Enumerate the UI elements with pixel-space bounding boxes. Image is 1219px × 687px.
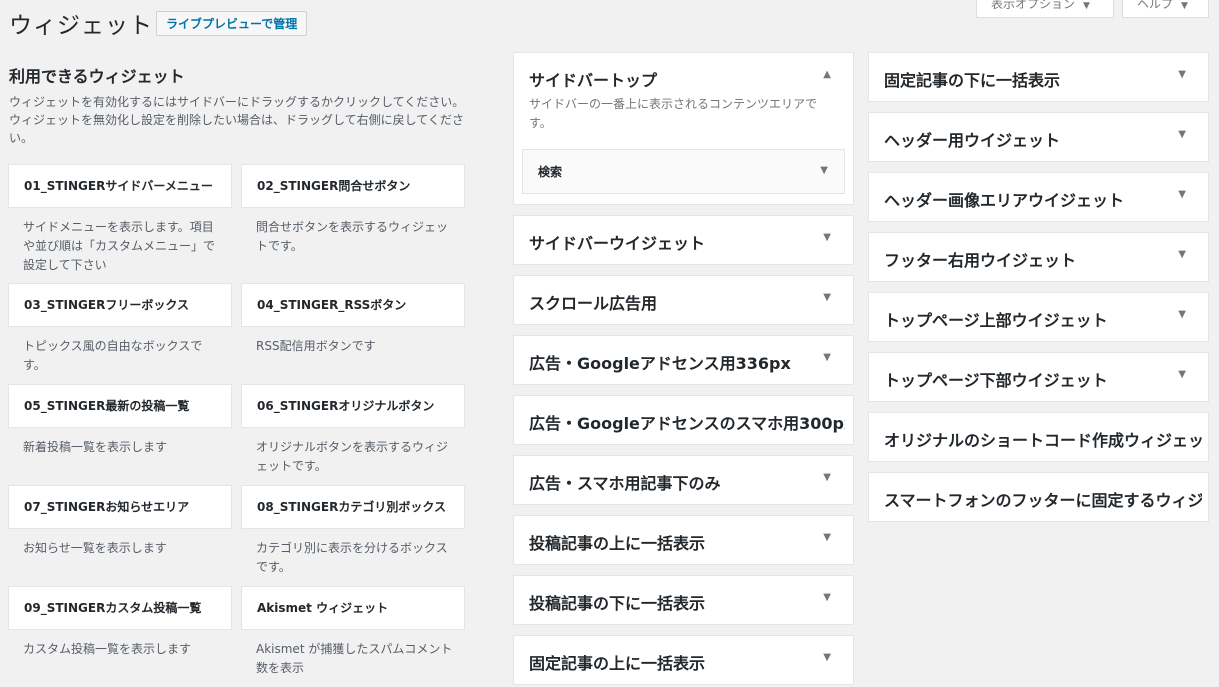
chevron-down-icon[interactable]: ▼: [823, 292, 831, 303]
available-widgets-heading: 利用できるウィジェット: [9, 67, 185, 86]
chevron-down-icon[interactable]: ▼: [823, 532, 831, 543]
chevron-down-icon[interactable]: ▼: [823, 652, 831, 663]
sidebar-description: サイドバーの一番上に表示されるコンテンツエリアです。: [529, 97, 818, 130]
chevron-down-icon[interactable]: ▼: [823, 352, 831, 363]
sidebar-title: スクロール広告用: [529, 294, 658, 313]
sidebar-area-mobile-below-article[interactable]: 広告・スマホ用記事下のみ ▼: [513, 455, 854, 505]
live-preview-button[interactable]: ライブプレビューで管理: [156, 11, 308, 36]
sidebar-area-header-widget[interactable]: ヘッダー用ウイジェット ▼: [868, 112, 1209, 162]
widget-description: カテゴリ別に表示を分けるボックスです。: [256, 541, 448, 574]
sidebar-area-sidebar-top[interactable]: サイドバートップ ▲ サイドバーの一番上に表示されるコンテンツエリアです。 検索…: [513, 52, 854, 205]
chevron-down-icon[interactable]: ▼: [823, 232, 831, 243]
sidebar-area-sidebar-widget[interactable]: サイドバーウイジェット ▼: [513, 215, 854, 265]
chevron-down-icon[interactable]: ▼: [1178, 309, 1186, 320]
widget-stinger-recent-posts[interactable]: 05_STINGER最新の投稿一覧: [8, 384, 232, 428]
sidebar-area-adsense-mobile-300[interactable]: 広告・Googleアドセンスのスマホ用300px: [513, 395, 854, 445]
sidebar-area-original-shortcode[interactable]: オリジナルのショートコード作成ウィジェット: [868, 412, 1209, 462]
help-label: ヘルプ: [1137, 0, 1174, 11]
widget-description: Akismet が捕獲したスパムコメント数を表示: [256, 642, 453, 675]
widget-stinger-custom-posts[interactable]: 09_STINGERカスタム投稿一覧: [8, 586, 232, 630]
widget-stinger-free-box[interactable]: 03_STINGERフリーボックス: [8, 283, 232, 327]
chevron-down-icon[interactable]: ▼: [820, 165, 828, 176]
sidebar-title: 広告・スマホ用記事下のみ: [529, 474, 721, 493]
chevron-down-icon[interactable]: ▼: [1178, 189, 1186, 200]
chevron-down-icon[interactable]: ▼: [1178, 369, 1186, 380]
chevron-down-icon[interactable]: ▼: [823, 472, 831, 483]
widget-description: お知らせ一覧を表示します: [23, 541, 167, 555]
chevron-down-icon[interactable]: ▼: [823, 592, 831, 603]
sidebar-area-header-image[interactable]: ヘッダー画像エリアウイジェット ▼: [868, 172, 1209, 222]
sidebar-area-smartphone-footer[interactable]: スマートフォンのフッターに固定するウィジェット: [868, 472, 1209, 522]
widget-stinger-original-button[interactable]: 06_STINGERオリジナルボタン: [241, 384, 465, 428]
screen-options-label: 表示オプション: [991, 0, 1076, 11]
chevron-down-icon: ▼: [1181, 1, 1188, 11]
widget-akismet[interactable]: Akismet ウィジェット: [241, 586, 465, 630]
chevron-up-icon[interactable]: ▲: [823, 69, 831, 80]
widget-description: カスタム投稿一覧を表示します: [23, 642, 192, 656]
sidebar-title: ヘッダー用ウイジェット: [884, 131, 1061, 150]
sidebar-area-footer-right[interactable]: フッター右用ウイジェット ▼: [868, 232, 1209, 282]
widget-description: 新着投稿一覧を表示します: [23, 440, 168, 454]
sidebar-title: サイドバーウイジェット: [529, 234, 706, 253]
sidebar-title: フッター右用ウイジェット: [884, 251, 1077, 270]
widget-description: サイドメニューを表示します。項目や並び順は「カスタムメニュー」で設定して下さい: [23, 220, 216, 272]
widget-stinger-contact-button[interactable]: 02_STINGER問合せボタン: [241, 164, 465, 208]
widget-stinger-news-area[interactable]: 07_STINGERお知らせエリア: [8, 485, 232, 529]
widget-description: オリジナルボタンを表示するウィジェットです。: [256, 440, 449, 473]
sidebar-title: サイドバートップ: [529, 71, 658, 90]
sidebar-area-adsense-336[interactable]: 広告・Googleアドセンス用336px ▼: [513, 335, 854, 385]
help-tab[interactable]: ヘルプ ▼: [1122, 0, 1209, 18]
sidebar-title: トップページ下部ウイジェット: [884, 371, 1108, 390]
chevron-down-icon[interactable]: ▼: [1178, 249, 1186, 260]
page-title: ウィジェット: [9, 13, 153, 39]
sidebar-title: スマートフォンのフッターに固定するウィジェット: [884, 491, 1202, 510]
widget-stinger-sidebar-menu[interactable]: 01_STINGERサイドバーメニュー: [8, 164, 232, 208]
sidebar-title: オリジナルのショートコード作成ウィジェット: [884, 431, 1202, 450]
sidebar-title: 広告・Googleアドセンスのスマホ用300px: [529, 414, 845, 433]
widget-description: トピックス風の自由なボックスです。: [23, 339, 203, 372]
chevron-down-icon: ▼: [1083, 1, 1090, 11]
chevron-down-icon[interactable]: ▼: [1178, 129, 1186, 140]
available-widgets-description: ウィジェットを有効化するにはサイドバーにドラッグするかクリックしてください。ウィ…: [9, 95, 465, 145]
sidebar-area-top-page-upper[interactable]: トップページ上部ウイジェット ▼: [868, 292, 1209, 342]
sidebar-title: 固定記事の上に一括表示: [529, 654, 706, 673]
sidebar-area-below-post[interactable]: 投稿記事の下に一括表示 ▼: [513, 575, 854, 625]
sidebar-title: 広告・Googleアドセンス用336px: [529, 354, 791, 373]
placed-widget-search[interactable]: 検索 ▼: [522, 149, 845, 194]
widget-stinger-category-box[interactable]: 08_STINGERカテゴリ別ボックス: [241, 485, 465, 529]
sidebar-area-below-page[interactable]: 固定記事の下に一括表示 ▼: [868, 52, 1209, 102]
sidebar-title: 投稿記事の下に一括表示: [529, 594, 706, 613]
widget-description: RSS配信用ボタンです: [256, 339, 376, 353]
screen-options-tab[interactable]: 表示オプション ▼: [976, 0, 1114, 18]
sidebar-title: ヘッダー画像エリアウイジェット: [884, 191, 1125, 210]
chevron-down-icon[interactable]: ▼: [1178, 69, 1186, 80]
sidebar-title: トップページ上部ウイジェット: [884, 311, 1108, 330]
sidebar-area-above-page[interactable]: 固定記事の上に一括表示 ▼: [513, 635, 854, 685]
sidebar-title: 投稿記事の上に一括表示: [529, 534, 706, 553]
sidebar-area-top-page-lower[interactable]: トップページ下部ウイジェット ▼: [868, 352, 1209, 402]
sidebar-area-scroll-ad[interactable]: スクロール広告用 ▼: [513, 275, 854, 325]
placed-widget-label: 検索: [538, 165, 563, 179]
widget-stinger-rss-button[interactable]: 04_STINGER_RSSボタン: [241, 283, 465, 327]
sidebar-area-above-post[interactable]: 投稿記事の上に一括表示 ▼: [513, 515, 854, 565]
sidebar-title: 固定記事の下に一括表示: [884, 71, 1061, 90]
widget-description: 問合せボタンを表示するウィジェットです。: [256, 220, 449, 253]
